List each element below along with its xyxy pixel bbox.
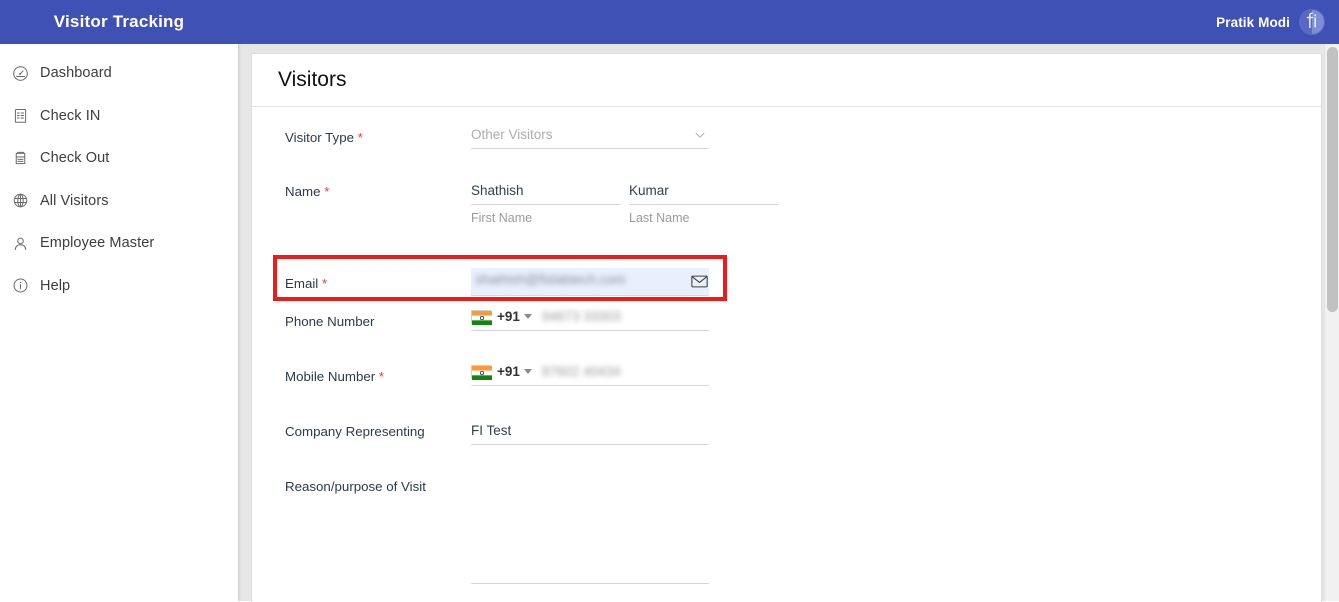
phone-number-value[interactable]: 94673 33303 (542, 309, 621, 324)
sidebar-item-label: Help (40, 277, 71, 294)
last-name-helper: Last Name (629, 211, 690, 225)
sidebar-item-label: Check Out (40, 150, 110, 167)
sidebar-item-check-out[interactable]: Check Out (0, 137, 238, 180)
envelope-icon[interactable] (689, 271, 709, 291)
required-asterisk: * (357, 130, 363, 145)
fi-logo-avatar[interactable] (1299, 9, 1325, 35)
company-field (471, 419, 709, 445)
visitor-type-field: Other Visitors (471, 125, 709, 149)
last-name-input[interactable] (629, 179, 779, 205)
info-icon (12, 275, 40, 297)
checkout-icon (12, 147, 40, 169)
field-row-phone: Phone Number +91 94673 33303 (252, 309, 1321, 364)
email-label-text: Email (285, 276, 319, 291)
user-menu[interactable]: Pratik Modi (1216, 9, 1339, 35)
sidebar-item-label: All Visitors (40, 192, 109, 209)
visitor-type-select[interactable]: Other Visitors (471, 125, 709, 149)
visitor-form: Visitor Type * Other Visitors Name * Sha… (252, 107, 1321, 594)
field-row-email: Email * shathish@fislabtech.com (252, 255, 1321, 309)
sidebar: Dashboard Check IN Check Out All Visitor… (0, 44, 238, 601)
mobile-dial-code[interactable]: +91 (497, 364, 520, 379)
caret-down-icon[interactable] (523, 369, 532, 374)
india-flag-icon (471, 364, 492, 380)
phone-label: Phone Number (285, 309, 471, 331)
sidebar-item-all-visitors[interactable]: All Visitors (0, 180, 238, 223)
name-label: Name * (285, 179, 471, 201)
app-brand-label: Visitor Tracking (53, 12, 185, 31)
field-row-name: Name * First Name Last Name (252, 179, 1321, 255)
globe-icon (12, 190, 40, 212)
user-name-label: Pratik Modi (1216, 14, 1290, 30)
sidebar-item-label: Dashboard (40, 65, 112, 82)
user-icon (12, 232, 40, 254)
company-label-text: Company Representing (285, 424, 425, 439)
mobile-number-value[interactable]: 87602 40434 (542, 364, 621, 379)
app-brand[interactable]: Visitor Tracking (0, 0, 238, 44)
page-scrollbar-track[interactable] (1324, 44, 1339, 601)
sidebar-item-employee-master[interactable]: Employee Master (0, 222, 238, 265)
sidebar-item-label: Employee Master (40, 235, 155, 252)
field-row-reason: Reason/purpose of Visit (252, 474, 1321, 594)
first-name-input[interactable] (471, 179, 621, 205)
company-label: Company Representing (285, 419, 471, 441)
chevron-down-icon (693, 128, 707, 142)
company-input[interactable] (471, 419, 709, 445)
email-label: Email * (285, 271, 471, 293)
required-asterisk: * (378, 369, 384, 384)
reason-textarea[interactable] (471, 474, 709, 584)
visitor-type-label-text: Visitor Type (285, 130, 354, 145)
phone-field: +91 94673 33303 (471, 309, 709, 331)
visitors-card: Visitors Visitor Type * Other Visitors N… (251, 53, 1322, 602)
page-scrollbar-thumb[interactable] (1327, 47, 1338, 312)
mobile-label: Mobile Number * (285, 364, 471, 386)
content-area: Visitors Visitor Type * Other Visitors N… (242, 44, 1331, 602)
card-header: Visitors (252, 54, 1321, 107)
field-row-company: Company Representing (252, 419, 1321, 474)
required-asterisk: * (324, 184, 330, 199)
last-name-field: Last Name (629, 179, 779, 225)
name-label-text: Name (285, 184, 321, 199)
reason-field (471, 474, 709, 589)
visitor-type-label: Visitor Type * (285, 125, 471, 147)
field-row-visitor-type: Visitor Type * Other Visitors (252, 125, 1321, 179)
reason-label-text: Reason/purpose of Visit (285, 479, 426, 494)
first-name-field: First Name (471, 179, 621, 225)
caret-down-icon[interactable] (523, 314, 532, 319)
first-name-helper: First Name (471, 211, 533, 225)
top-app-bar: Visitor Tracking Pratik Modi (0, 0, 1339, 44)
mobile-label-text: Mobile Number (285, 369, 376, 384)
dashboard-icon (12, 62, 40, 84)
phone-input-wrapper: +91 94673 33303 (471, 309, 709, 331)
email-input-wrapper: shathish@fislabtech.com (471, 268, 709, 296)
sidebar-item-check-in[interactable]: Check IN (0, 95, 238, 138)
mobile-field: +91 87602 40434 (471, 364, 709, 386)
sidebar-item-help[interactable]: Help (0, 265, 238, 308)
phone-dial-code[interactable]: +91 (497, 309, 520, 324)
visitor-type-value: Other Visitors (471, 127, 553, 142)
field-row-mobile: Mobile Number * +91 87602 40434 (252, 364, 1321, 419)
mobile-input-wrapper: +91 87602 40434 (471, 364, 709, 386)
phone-label-text: Phone Number (285, 314, 375, 329)
email-input[interactable] (471, 268, 709, 295)
page-title: Visitors (278, 68, 347, 91)
email-field: shathish@fislabtech.com (471, 268, 709, 296)
india-flag-icon (471, 309, 492, 325)
sidebar-item-dashboard[interactable]: Dashboard (0, 52, 238, 95)
required-asterisk: * (321, 276, 328, 291)
sidebar-nav-list: Dashboard Check IN Check Out All Visitor… (0, 44, 238, 307)
sidebar-item-label: Check IN (40, 107, 101, 124)
checkin-icon (12, 105, 40, 127)
reason-label: Reason/purpose of Visit (285, 474, 471, 496)
